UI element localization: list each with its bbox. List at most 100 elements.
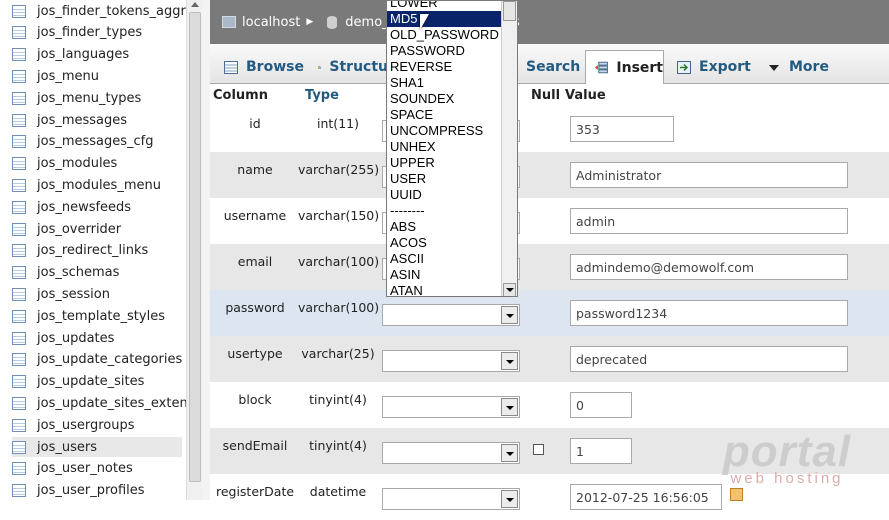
function-option[interactable]: SHA1 [387,75,517,91]
table-icon [12,91,26,105]
sidebar-item-jos_update_sites[interactable]: jos_update_sites [12,372,182,392]
function-option[interactable]: OLD_PASSWORD [387,27,517,43]
chevron-down-icon[interactable] [501,490,518,508]
sidebar-item-label: jos_modules [37,156,118,172]
value-input[interactable]: Administrator [570,162,848,188]
sidebar-item-jos_template_styles[interactable]: jos_template_styles [12,306,182,326]
table-icon [12,26,26,40]
function-option[interactable]: PASSWORD [387,43,517,59]
function-option[interactable]: UNHEX [387,139,517,155]
sidebar-item-label: jos_usergroups [37,417,135,433]
sidebar-item-jos_update_categories[interactable]: jos_update_categories [12,350,182,370]
value-input[interactable]: admindemo@demowolf.com [570,254,848,280]
sidebar-item-jos_languages[interactable]: jos_languages [12,45,182,65]
sidebar-item-jos_finder_types[interactable]: jos_finder_types [12,23,182,43]
sidebar-item-jos_updates[interactable]: jos_updates [12,328,182,348]
dropdown-scrollbar[interactable] [501,1,517,296]
sidebar-item-label: jos_update_sites_extensi [37,395,186,411]
table-icon [12,484,26,498]
header-type[interactable]: Type [305,88,339,103]
function-option[interactable]: ACOS [387,235,517,251]
value-input[interactable]: 1 [570,438,632,464]
function-select[interactable] [382,442,520,464]
column-name: password [225,300,285,315]
tab-label: Export [699,59,751,75]
function-option[interactable]: ASCII [387,251,517,267]
table-icon [12,222,26,236]
function-option[interactable]: ABS [387,219,517,235]
null-checkbox[interactable] [533,444,544,455]
dropdown-scroll-thumb[interactable] [503,1,516,21]
sidebar-item-jos_newsfeeds[interactable]: jos_newsfeeds [12,197,182,217]
breadcrumb-server[interactable]: localhost [242,15,300,30]
value-input[interactable]: deprecated [570,346,848,372]
sidebar-item-label: jos_session [37,286,110,302]
table-icon [12,135,26,149]
function-select[interactable] [382,350,520,372]
sidebar-item-label: jos_finder_tokens_aggreg [37,3,186,19]
sidebar-item-label: jos_messages_cfg [37,134,154,150]
sidebar-item-jos_users[interactable]: jos_users [12,437,182,457]
sidebar-item-jos_menu[interactable]: jos_menu [12,66,182,86]
tab-export[interactable]: Export [677,50,755,84]
sidebar-item-jos_schemas[interactable]: jos_schemas [12,263,182,283]
function-option[interactable]: ATAN [387,283,517,296]
sidebar-item-jos_usergroups[interactable]: jos_usergroups [12,415,182,435]
function-option[interactable]: MD5 [387,11,517,27]
chevron-down-icon[interactable] [501,444,518,462]
chevron-down-icon[interactable] [501,352,518,370]
sidebar-item-jos_modules[interactable]: jos_modules [12,154,182,174]
tab-structure[interactable]: Structu [318,50,388,84]
main-panel: localhost ▶ demo_jo s Browse Structu Sea… [210,0,889,510]
value-input[interactable]: 353 [570,116,674,142]
value-input[interactable]: admin [570,208,848,234]
tab-search[interactable]: Search [526,50,586,84]
function-option[interactable]: USER [387,171,517,187]
sidebar-item-jos_user_notes[interactable]: jos_user_notes [12,459,182,479]
function-option[interactable]: UNCOMPRESS [387,123,517,139]
sidebar-scrollbar[interactable] [186,0,202,500]
value-input[interactable]: 0 [570,392,632,418]
value-input[interactable]: password1234 [570,300,848,326]
sidebar-item-jos_update_sites_extensi[interactable]: jos_update_sites_extensi [12,393,186,413]
table-icon [12,4,26,18]
sidebar-item-jos_finder_tokens_aggreg[interactable]: jos_finder_tokens_aggreg [12,1,186,21]
tab-insert[interactable]: Insert [585,50,664,84]
mouse-cursor-icon [420,14,429,30]
tab-browse[interactable]: Browse [224,50,304,84]
function-option[interactable]: ASIN [387,267,517,283]
chevron-down-icon[interactable] [501,306,518,324]
sidebar-item-jos_modules_menu[interactable]: jos_modules_menu [12,175,182,195]
sidebar-item-jos_user_profiles[interactable]: jos_user_profiles [12,481,182,500]
sidebar-item-jos_menu_types[interactable]: jos_menu_types [12,88,182,108]
function-option[interactable]: -------- [387,203,517,219]
function-option[interactable]: LOWER [387,1,517,11]
function-option[interactable]: UUID [387,187,517,203]
calendar-icon[interactable] [730,488,743,501]
function-select[interactable] [382,396,520,418]
function-select[interactable] [382,304,520,326]
sidebar-scroll-thumb[interactable] [189,12,201,482]
function-select-dropdown[interactable]: LOWER MD5 OLD_PASSWORD PASSWORD REVERSE SHA1 S… [386,0,518,297]
table-icon [12,287,26,301]
function-select[interactable] [382,488,520,510]
function-option[interactable]: SOUNDEX [387,91,517,107]
value-input[interactable]: 2012-07-25 16:56:05 [570,484,722,510]
column-name: block [238,392,272,407]
function-option[interactable]: UPPER [387,155,517,171]
function-option[interactable]: REVERSE [387,59,517,75]
scroll-down-arrow-icon[interactable] [503,283,516,296]
sidebar-item-jos_redirect_links[interactable]: jos_redirect_links [12,241,182,261]
sidebar-item-jos_messages[interactable]: jos_messages [12,110,182,130]
column-type: int(11) [317,116,359,131]
tab-more[interactable]: More [767,50,837,84]
sidebar-item-jos_overrider[interactable]: jos_overrider [12,219,182,239]
column-name: registerDate [215,484,295,499]
scroll-up-arrow-icon[interactable] [191,2,199,7]
sidebar-item-jos_session[interactable]: jos_session [12,284,182,304]
function-option[interactable]: SPACE [387,107,517,123]
sidebar-item-label: jos_schemas [37,265,120,281]
splitter[interactable] [202,0,210,500]
sidebar-item-jos_messages_cfg[interactable]: jos_messages_cfg [12,132,182,152]
chevron-down-icon[interactable] [501,398,518,416]
